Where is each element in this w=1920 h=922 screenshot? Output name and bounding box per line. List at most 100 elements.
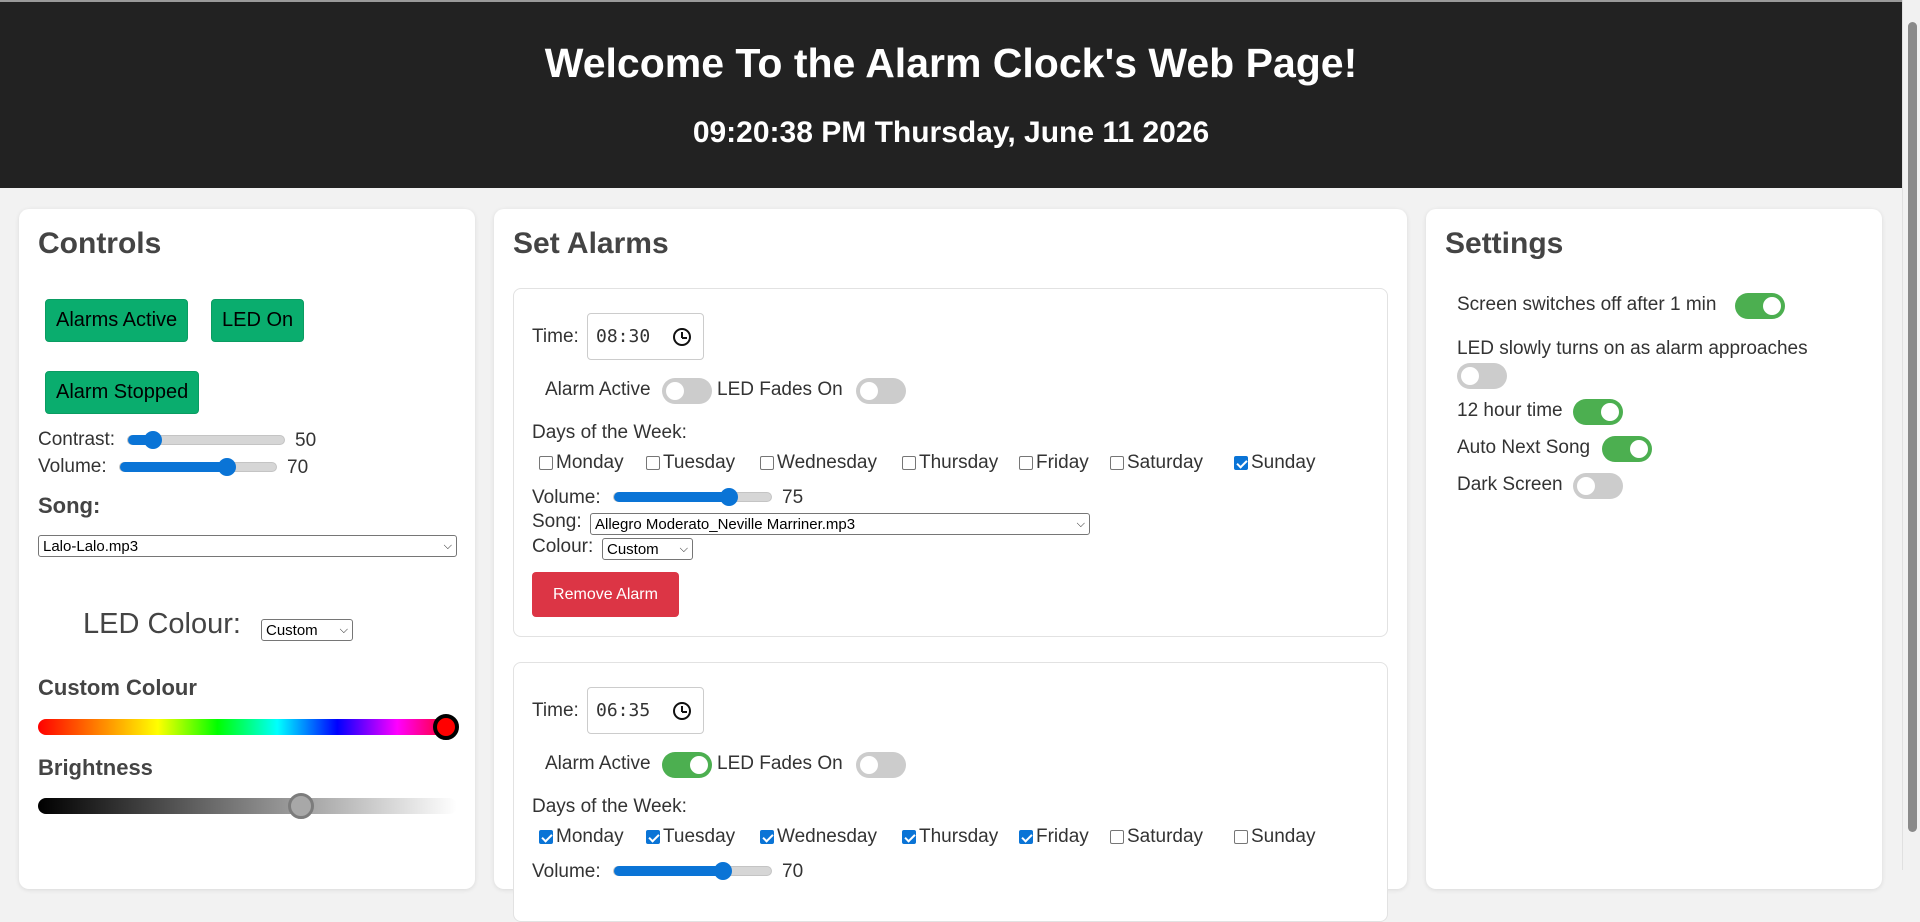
- alarm-volume-slider[interactable]: [613, 862, 772, 880]
- custom-colour-slider-thumb[interactable]: [433, 714, 459, 740]
- tuesday-checkbox[interactable]: [646, 456, 660, 470]
- current-datetime: 09:20:38 PM Thursday, June 11 2026: [692, 116, 1210, 149]
- saturday-checkbox[interactable]: [1110, 456, 1124, 470]
- monday-label: Monday: [556, 452, 624, 473]
- remove-alarm-button[interactable]: Remove Alarm: [532, 572, 679, 617]
- custom-colour-slider[interactable]: [38, 719, 457, 735]
- friday-label: Friday: [1036, 452, 1089, 473]
- settings-title: Settings: [1445, 227, 1564, 260]
- alarm-active-label: Alarm Active: [545, 753, 651, 774]
- alarm-time-input[interactable]: 06:35: [587, 687, 704, 734]
- saturday-label: Saturday: [1127, 826, 1204, 847]
- thursday-checkbox[interactable]: [902, 830, 916, 844]
- volume-value: 70: [287, 457, 309, 478]
- alarm-time-input[interactable]: 08:30: [587, 313, 704, 360]
- alarm-song-select[interactable]: Allegro Moderato_Neville Marriner.mp3 ⌵: [590, 513, 1090, 535]
- alarm-song-label: Song:: [532, 511, 582, 532]
- setting-12-hour-label: 12 hour time: [1457, 400, 1563, 421]
- monday-checkbox[interactable]: [539, 830, 553, 844]
- alarm-volume-label: Volume:: [532, 487, 601, 508]
- time-label: Time:: [532, 326, 579, 347]
- alarm-volume-slider[interactable]: [613, 488, 772, 506]
- tuesday-label: Tuesday: [663, 452, 736, 473]
- setting-screen-off-toggle[interactable]: [1735, 293, 1785, 319]
- alarm-card-1: Time: 08:30 Alarm Active LED Fades On Da…: [513, 288, 1388, 637]
- settings-panel: Settings Screen switches off after 1 min…: [1426, 209, 1882, 889]
- contrast-value: 50: [295, 430, 317, 451]
- controls-panel: Controls Alarms Active LED On Alarm Stop…: [19, 209, 475, 889]
- chevron-down-icon: ⌵: [679, 542, 688, 555]
- alarms-active-button[interactable]: Alarms Active: [45, 299, 189, 342]
- setting-12-hour-toggle[interactable]: [1573, 399, 1623, 425]
- alarm-colour-label: Colour:: [532, 536, 594, 557]
- sunday-checkbox[interactable]: [1234, 830, 1248, 844]
- sunday-label: Sunday: [1251, 452, 1316, 473]
- song-select[interactable]: Lalo-Lalo.mp3 ⌵: [38, 535, 457, 557]
- wednesday-label: Wednesday: [777, 826, 877, 847]
- thursday-checkbox[interactable]: [902, 456, 916, 470]
- contrast-slider-thumb[interactable]: [144, 431, 162, 449]
- led-fades-label: LED Fades On: [717, 753, 843, 774]
- setting-led-slow-label: LED slowly turns on as alarm approaches: [1457, 338, 1808, 359]
- clock-icon[interactable]: [673, 702, 691, 720]
- brightness-slider[interactable]: [38, 798, 457, 814]
- custom-colour-label: Custom Colour: [38, 675, 197, 700]
- contrast-label: Contrast:: [38, 429, 116, 450]
- wednesday-checkbox[interactable]: [760, 456, 774, 470]
- wednesday-checkbox[interactable]: [760, 830, 774, 844]
- alarm-volume-slider-thumb[interactable]: [720, 488, 738, 506]
- wednesday-label: Wednesday: [777, 452, 877, 473]
- saturday-checkbox[interactable]: [1110, 830, 1124, 844]
- alarm-card-2: Time: 06:35 Alarm Active LED Fades On Da…: [513, 662, 1388, 922]
- scrollbar-thumb[interactable]: [1908, 22, 1917, 832]
- page-title: Welcome To the Alarm Clock's Web Page!: [544, 40, 1358, 86]
- alarm-active-toggle[interactable]: [662, 752, 712, 778]
- set-alarms-title: Set Alarms: [513, 227, 669, 260]
- page-header: Welcome To the Alarm Clock's Web Page! 0…: [0, 2, 1902, 188]
- sunday-label: Sunday: [1251, 826, 1316, 847]
- days-of-week-label: Days of the Week:: [532, 422, 687, 443]
- time-label: Time:: [532, 700, 579, 721]
- brightness-slider-thumb[interactable]: [288, 793, 314, 819]
- chevron-down-icon: ⌵: [339, 623, 348, 636]
- setting-led-slow-toggle[interactable]: [1457, 363, 1507, 389]
- brightness-label: Brightness: [38, 755, 153, 780]
- setting-dark-screen-label: Dark Screen: [1457, 474, 1563, 495]
- song-label: Song:: [38, 493, 101, 518]
- set-alarms-panel: Set Alarms Time: 08:30 Alarm Active LED …: [494, 209, 1407, 922]
- monday-checkbox[interactable]: [539, 456, 553, 470]
- alarm-colour-select[interactable]: Custom ⌵: [602, 538, 693, 560]
- contrast-slider[interactable]: [127, 431, 285, 449]
- thursday-label: Thursday: [919, 452, 999, 473]
- volume-label: Volume:: [38, 456, 107, 477]
- setting-auto-next-label: Auto Next Song: [1457, 437, 1591, 458]
- alarm-volume-value: 75: [782, 487, 804, 508]
- saturday-label: Saturday: [1127, 452, 1204, 473]
- volume-slider[interactable]: [119, 458, 277, 476]
- alarm-active-toggle[interactable]: [662, 378, 712, 404]
- thursday-label: Thursday: [919, 826, 999, 847]
- friday-checkbox[interactable]: [1019, 830, 1033, 844]
- controls-title: Controls: [38, 227, 162, 260]
- friday-checkbox[interactable]: [1019, 456, 1033, 470]
- alarm-active-label: Alarm Active: [545, 379, 651, 400]
- clock-icon[interactable]: [673, 328, 691, 346]
- chevron-down-icon: ⌵: [1076, 517, 1085, 530]
- monday-label: Monday: [556, 826, 624, 847]
- tuesday-checkbox[interactable]: [646, 830, 660, 844]
- alarm-volume-slider-thumb[interactable]: [714, 862, 732, 880]
- volume-slider-thumb[interactable]: [218, 458, 236, 476]
- led-on-button[interactable]: LED On: [211, 299, 305, 342]
- alarm-volume-value: 70: [782, 861, 804, 882]
- led-colour-select[interactable]: Custom ⌵: [261, 619, 353, 641]
- sunday-checkbox[interactable]: [1234, 456, 1248, 470]
- led-fades-label: LED Fades On: [717, 379, 843, 400]
- alarm-stopped-button[interactable]: Alarm Stopped: [45, 371, 200, 414]
- led-fades-toggle[interactable]: [856, 378, 906, 404]
- page-scrollbar[interactable]: [1902, 0, 1920, 870]
- tuesday-label: Tuesday: [663, 826, 736, 847]
- setting-auto-next-toggle[interactable]: [1602, 436, 1652, 462]
- led-fades-toggle[interactable]: [856, 752, 906, 778]
- setting-dark-screen-toggle[interactable]: [1573, 473, 1623, 499]
- alarm-volume-label: Volume:: [532, 861, 601, 882]
